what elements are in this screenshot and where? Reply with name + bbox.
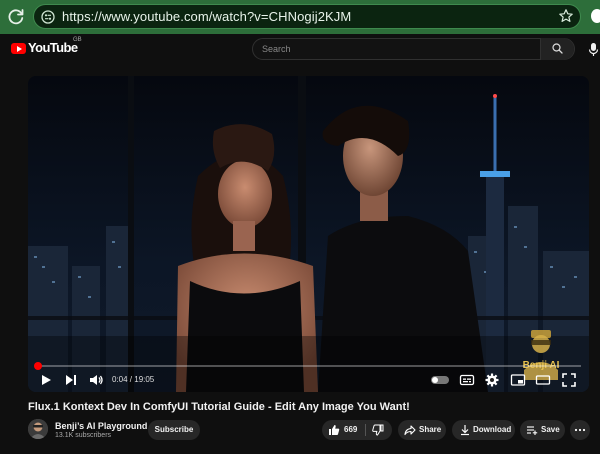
fullscreen-icon[interactable] [561, 372, 577, 388]
save-button[interactable]: Save [520, 420, 565, 440]
autoplay-toggle[interactable] [431, 376, 449, 384]
bookmark-star-icon[interactable] [558, 8, 574, 24]
subscribe-button[interactable]: Subscribe [148, 420, 200, 440]
search-input[interactable] [253, 39, 541, 59]
browser-toolbar: https://www.youtube.com/watch?v=CHNogij2… [0, 0, 600, 35]
microphone-icon[interactable] [588, 42, 600, 58]
play-icon[interactable] [38, 372, 54, 388]
profile-icon[interactable] [591, 9, 600, 23]
logo-text: YouTube [28, 40, 78, 55]
share-icon [404, 425, 416, 436]
like-button[interactable]: 669 [322, 420, 365, 440]
logo-region: GB [73, 37, 82, 43]
youtube-play-logo-icon [11, 43, 26, 54]
video-player[interactable]: Benji AI 0:04 / 19:05 [28, 76, 589, 392]
save-playlist-icon [527, 426, 538, 435]
thumbs-up-icon [329, 425, 340, 435]
search-box [252, 38, 575, 60]
dislike-button[interactable] [366, 420, 392, 440]
youtube-header: YouTube GB [0, 34, 600, 72]
channel-name[interactable]: Benji’s AI Playground [55, 421, 147, 431]
address-bar[interactable]: https://www.youtube.com/watch?v=CHNogij2… [33, 4, 581, 29]
avatar-image [28, 419, 48, 439]
progress-scrubber[interactable] [33, 362, 42, 370]
thumbs-down-icon [372, 424, 384, 436]
time-display: 0:04 / 19:05 [112, 375, 155, 384]
share-label: Share [419, 425, 442, 434]
site-info-icon[interactable] [41, 10, 55, 24]
reload-icon[interactable] [6, 7, 26, 27]
like-count: 669 [344, 425, 358, 434]
settings-gear-icon[interactable] [484, 372, 500, 388]
miniplayer-icon[interactable] [510, 372, 526, 388]
subtitles-icon[interactable] [459, 372, 475, 388]
download-label: Download [473, 425, 512, 434]
share-button[interactable]: Share [398, 420, 446, 440]
video-frame [28, 76, 589, 392]
more-actions-button[interactable] [570, 420, 590, 440]
subscriber-count: 13.1K subscribers [55, 432, 112, 439]
volume-icon[interactable] [88, 372, 104, 388]
more-horizontal-icon [574, 428, 586, 432]
download-button[interactable]: Download [452, 420, 515, 440]
theater-mode-icon[interactable] [535, 372, 551, 388]
url-text[interactable]: https://www.youtube.com/watch?v=CHNogij2… [62, 9, 351, 24]
like-dislike-group: 669 [322, 420, 392, 440]
search-icon [552, 43, 563, 54]
channel-avatar[interactable] [28, 419, 48, 439]
download-icon [461, 425, 469, 436]
video-title: Flux.1 Kontext Dev In ComfyUI Tutorial G… [28, 401, 410, 413]
progress-bar[interactable] [33, 362, 581, 370]
next-icon[interactable] [63, 372, 79, 388]
save-label: Save [541, 425, 560, 434]
search-button[interactable] [540, 38, 574, 60]
